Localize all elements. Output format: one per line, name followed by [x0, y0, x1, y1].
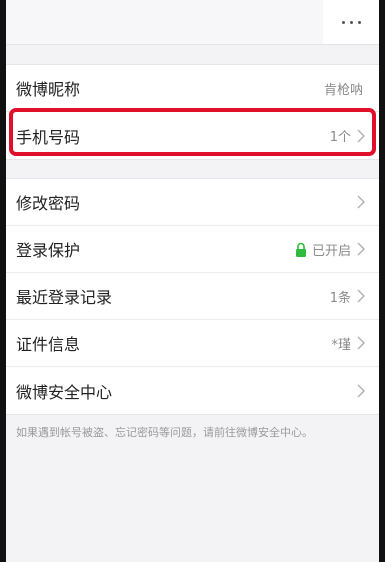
chevron-right-icon — [357, 289, 365, 303]
row-label: 修改密码 — [16, 194, 81, 213]
chevron-right-icon — [357, 242, 365, 256]
row-weibo-nickname[interactable]: 微博昵称 肯枪呐 — [6, 65, 379, 112]
row-security-center[interactable]: 微博安全中心 — [6, 367, 379, 414]
row-value: 肯枪呐 — [323, 82, 363, 98]
row-value: 已开启 — [311, 243, 351, 259]
row-label: 微博昵称 — [16, 80, 81, 99]
row-id-info[interactable]: 证件信息 *瑾 — [6, 320, 379, 367]
row-value: *瑾 — [331, 337, 351, 353]
more-dots-icon[interactable] — [323, 0, 379, 44]
row-label: 证件信息 — [16, 335, 81, 354]
row-value: 1条 — [329, 290, 351, 306]
row-login-protection[interactable]: 登录保护 已开启 — [6, 226, 379, 273]
chevron-right-icon — [357, 384, 365, 397]
top-bar — [6, 0, 379, 45]
row-change-password[interactable]: 修改密码 — [6, 179, 379, 226]
row-recent-login-records[interactable]: 最近登录记录 1条 — [6, 273, 379, 320]
chevron-right-icon — [357, 336, 365, 350]
row-label: 登录保护 — [16, 241, 81, 260]
row-label: 最近登录记录 — [16, 288, 113, 307]
chevron-right-icon — [357, 195, 365, 209]
row-label: 微博安全中心 — [16, 382, 113, 402]
highlight-box — [9, 108, 376, 156]
settings-screen: 微博昵称 肯枪呐 手机号码 1个 修改密码 登录保护 已开启 最近登录记录 1条… — [6, 0, 379, 562]
row-value-wrap: 已开启 — [295, 240, 351, 259]
footer-note: 如果遇到帐号被盗、忘记密码等问题，请前往微博安全中心。 — [16, 426, 313, 439]
security-group: 修改密码 登录保护 已开启 最近登录记录 1条 证件信息 *瑾 微博安全中心 — [6, 178, 379, 415]
lock-icon — [295, 242, 306, 257]
